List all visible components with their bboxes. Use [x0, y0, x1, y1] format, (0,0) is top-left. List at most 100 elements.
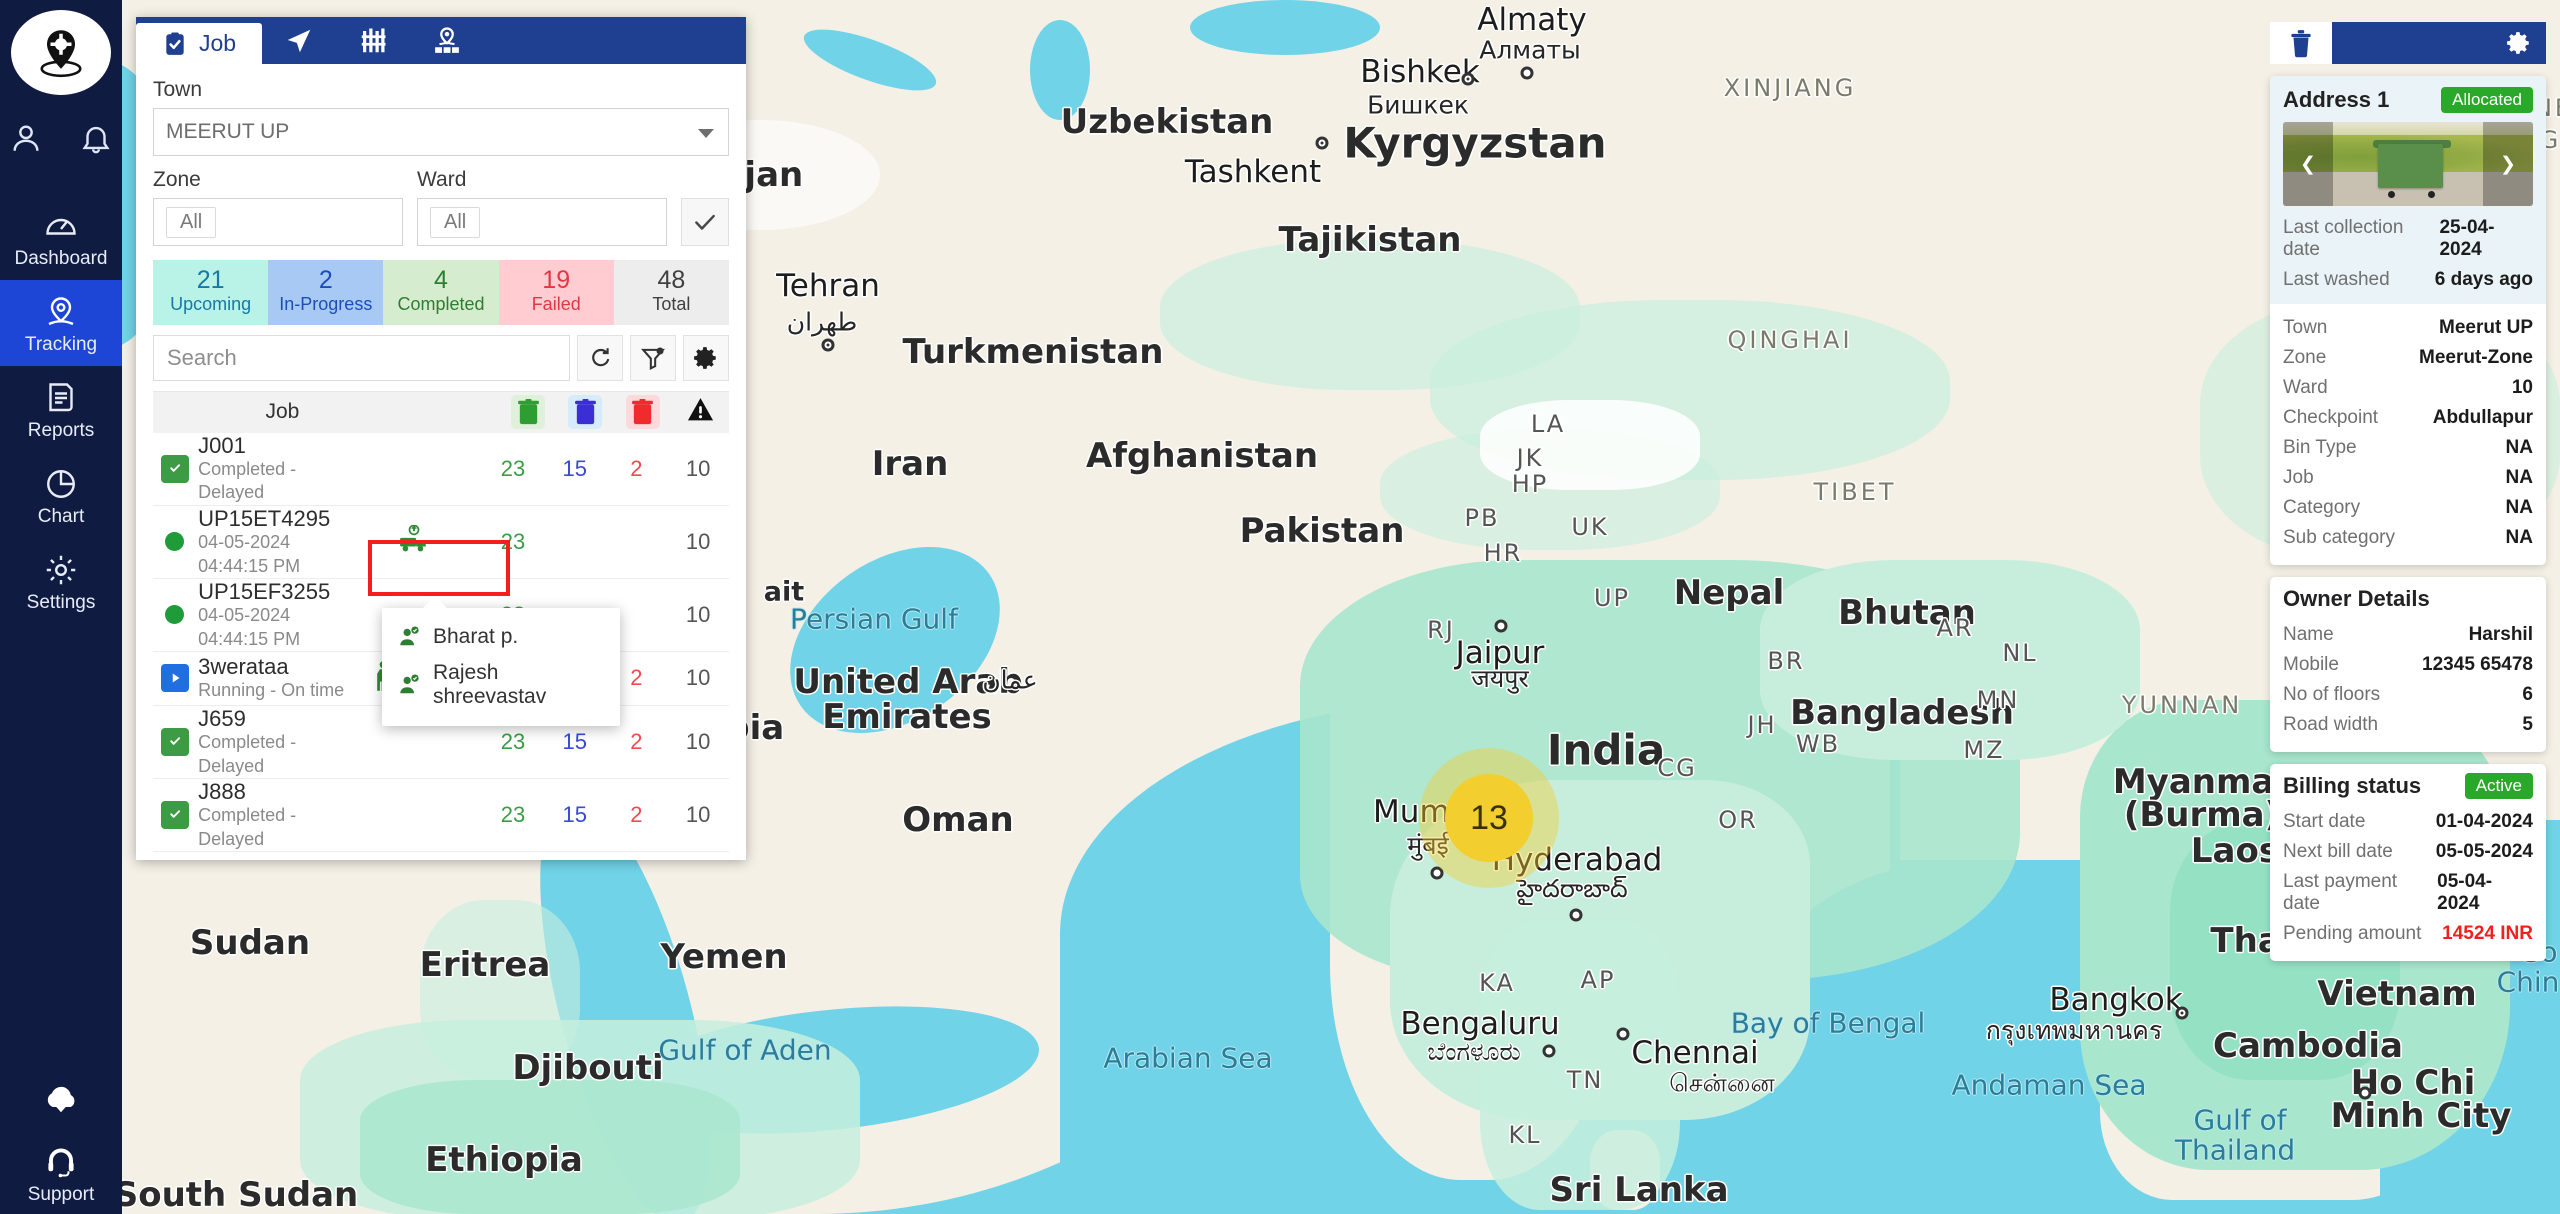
billing-row: Pending amount 14524 INR [2283, 919, 2533, 949]
sidebar-item-tracking[interactable]: Tracking [0, 280, 122, 366]
row-blue-count: 15 [562, 729, 587, 755]
stat-total-label: Total [652, 294, 691, 315]
kv-value: 01-04-2024 [2435, 811, 2533, 832]
person-check-icon [400, 674, 419, 694]
sidebar-item-settings[interactable]: Settings [0, 538, 122, 624]
sidebar-item-reports[interactable]: Reports [0, 366, 122, 452]
column-header-alert [672, 395, 729, 429]
refresh-button[interactable] [577, 334, 623, 381]
stat-upcoming-count: 21 [196, 266, 225, 294]
zone-label: Zone [153, 168, 201, 191]
sidebar-item-dashboard[interactable]: Dashboard [0, 194, 122, 280]
photo-prev-button[interactable]: ❮ [2283, 122, 2333, 206]
sidebar-item-chart[interactable]: Chart [0, 452, 122, 538]
kv-value: 5 [2522, 714, 2533, 735]
city-dot-bishkek [1461, 72, 1475, 86]
kv-value: NA [2505, 527, 2533, 548]
row-job-sub: Completed - Delayed [198, 732, 297, 776]
row-job-sub: Completed - Delayed [198, 805, 297, 849]
zone-select[interactable]: All [153, 198, 403, 246]
row-job-name: UP15ET4295 [198, 505, 331, 531]
bell-icon[interactable] [79, 121, 113, 160]
map-cluster-marker[interactable]: 13 [1445, 774, 1533, 862]
row-alert-count: 10 [685, 665, 711, 691]
pie-chart-icon [47, 470, 75, 498]
row-status [153, 801, 196, 830]
sidebar-label-settings: Settings [26, 592, 96, 613]
photo-next-button[interactable]: ❯ [2483, 122, 2533, 206]
search-input[interactable] [153, 334, 570, 381]
kv-key: Ward [2283, 377, 2328, 398]
tooltip-item-1[interactable]: Rajesh shreevastav [382, 655, 620, 715]
headset-icon [48, 1148, 74, 1178]
kv-key: Category [2283, 497, 2361, 518]
tooltip-item-0[interactable]: Bharat p. [382, 619, 620, 655]
table-row[interactable]: J001 Completed - Delayed 23 15 2 10 [153, 432, 729, 506]
row-job-info: J888 Completed - Delayed [196, 779, 345, 851]
table-row[interactable]: UP15ET4295 04-05-2024 04:44:15 PM 23 10 [153, 505, 729, 579]
filter-funnel-icon [640, 347, 666, 370]
cloud-download-icon [47, 1086, 75, 1113]
tab-geofence-cluster[interactable] [410, 17, 484, 64]
billing-row: Next bill date 05-05-2024 [2283, 837, 2533, 867]
kv-key: Name [2283, 624, 2334, 645]
row-blue-count: 15 [562, 802, 587, 828]
kv-value: 6 days ago [2434, 269, 2533, 290]
navigation-arrow-icon [287, 29, 311, 52]
kv-key: Mobile [2283, 654, 2339, 675]
city-dot-hyderabad [1569, 908, 1583, 922]
city-dot-bengaluru [1542, 1044, 1556, 1058]
stat-upcoming[interactable]: 21 Upcoming [153, 260, 269, 325]
stat-in-progress-count: 2 [318, 266, 333, 294]
address-row: Sub category NA [2283, 523, 2533, 553]
row-job-info: J659 Completed - Delayed [196, 706, 345, 778]
tab-job-label: Job [199, 30, 237, 56]
tab-fence[interactable] [336, 17, 410, 64]
table-settings-button[interactable] [683, 334, 729, 381]
gear-icon[interactable] [2506, 30, 2532, 56]
column-header-job: Job [265, 400, 300, 424]
kv-key: Last washed [2283, 269, 2390, 290]
sidebar-item-cloud-download[interactable] [0, 1066, 122, 1130]
city-dot-chennai [1616, 1027, 1630, 1041]
delete-button[interactable] [2270, 22, 2332, 64]
address-card-title: Address 1 [2283, 87, 2390, 112]
address-row: Ward 10 [2283, 373, 2533, 403]
stat-total[interactable]: 48 Total [613, 260, 730, 325]
town-select[interactable]: MEERUT UP [153, 108, 729, 156]
kv-value: NA [2505, 437, 2533, 458]
kv-key: Town [2283, 317, 2328, 338]
sidebar-item-support[interactable]: Support [0, 1130, 122, 1214]
row-red-count: 2 [630, 455, 643, 481]
tooltip-item-1-name: Rajesh shreevastav [433, 661, 547, 708]
stat-total-count: 48 [657, 266, 686, 294]
cluster-count: 13 [1470, 798, 1508, 837]
address-row: Bin Type NA [2283, 433, 2533, 463]
job-panel: Job Town MEERUT UP Zone All Ward All 21 … [136, 17, 746, 861]
sidebar-label-support: Support [27, 1184, 95, 1205]
row-green-count: 23 [500, 455, 526, 481]
left-sidebar: Dashboard Tracking Reports Chart Setting… [0, 0, 122, 1214]
ward-select[interactable]: All [417, 198, 667, 246]
kv-value: Meerut-Zone [2419, 347, 2533, 368]
tab-navigation[interactable] [262, 17, 336, 64]
kv-value: 12345 65478 [2422, 654, 2533, 675]
app-logo[interactable] [11, 10, 111, 95]
filter-button[interactable] [630, 334, 676, 381]
town-value: MEERUT UP [166, 120, 290, 143]
table-row[interactable]: J888 Completed - Delayed 23 15 2 10 [153, 779, 729, 853]
stat-completed[interactable]: 4 Completed [383, 260, 499, 325]
stat-in-progress[interactable]: 2 In-Progress [268, 260, 384, 325]
stat-failed[interactable]: 19 Failed [498, 260, 614, 325]
apply-filter-button[interactable] [681, 198, 729, 246]
status-clipboard-play-icon [160, 664, 189, 693]
address-row: Zone Meerut-Zone [2283, 343, 2533, 373]
owner-row: Name Harshil [2283, 620, 2533, 650]
kv-key: Job [2283, 467, 2314, 488]
truck-recycle-icon[interactable] [399, 524, 429, 558]
stat-upcoming-label: Upcoming [170, 294, 252, 315]
tab-job[interactable]: Job [136, 23, 263, 64]
billing-row: Start date 01-04-2024 [2283, 807, 2533, 837]
kv-value: NA [2505, 497, 2533, 518]
user-icon[interactable] [9, 121, 43, 160]
